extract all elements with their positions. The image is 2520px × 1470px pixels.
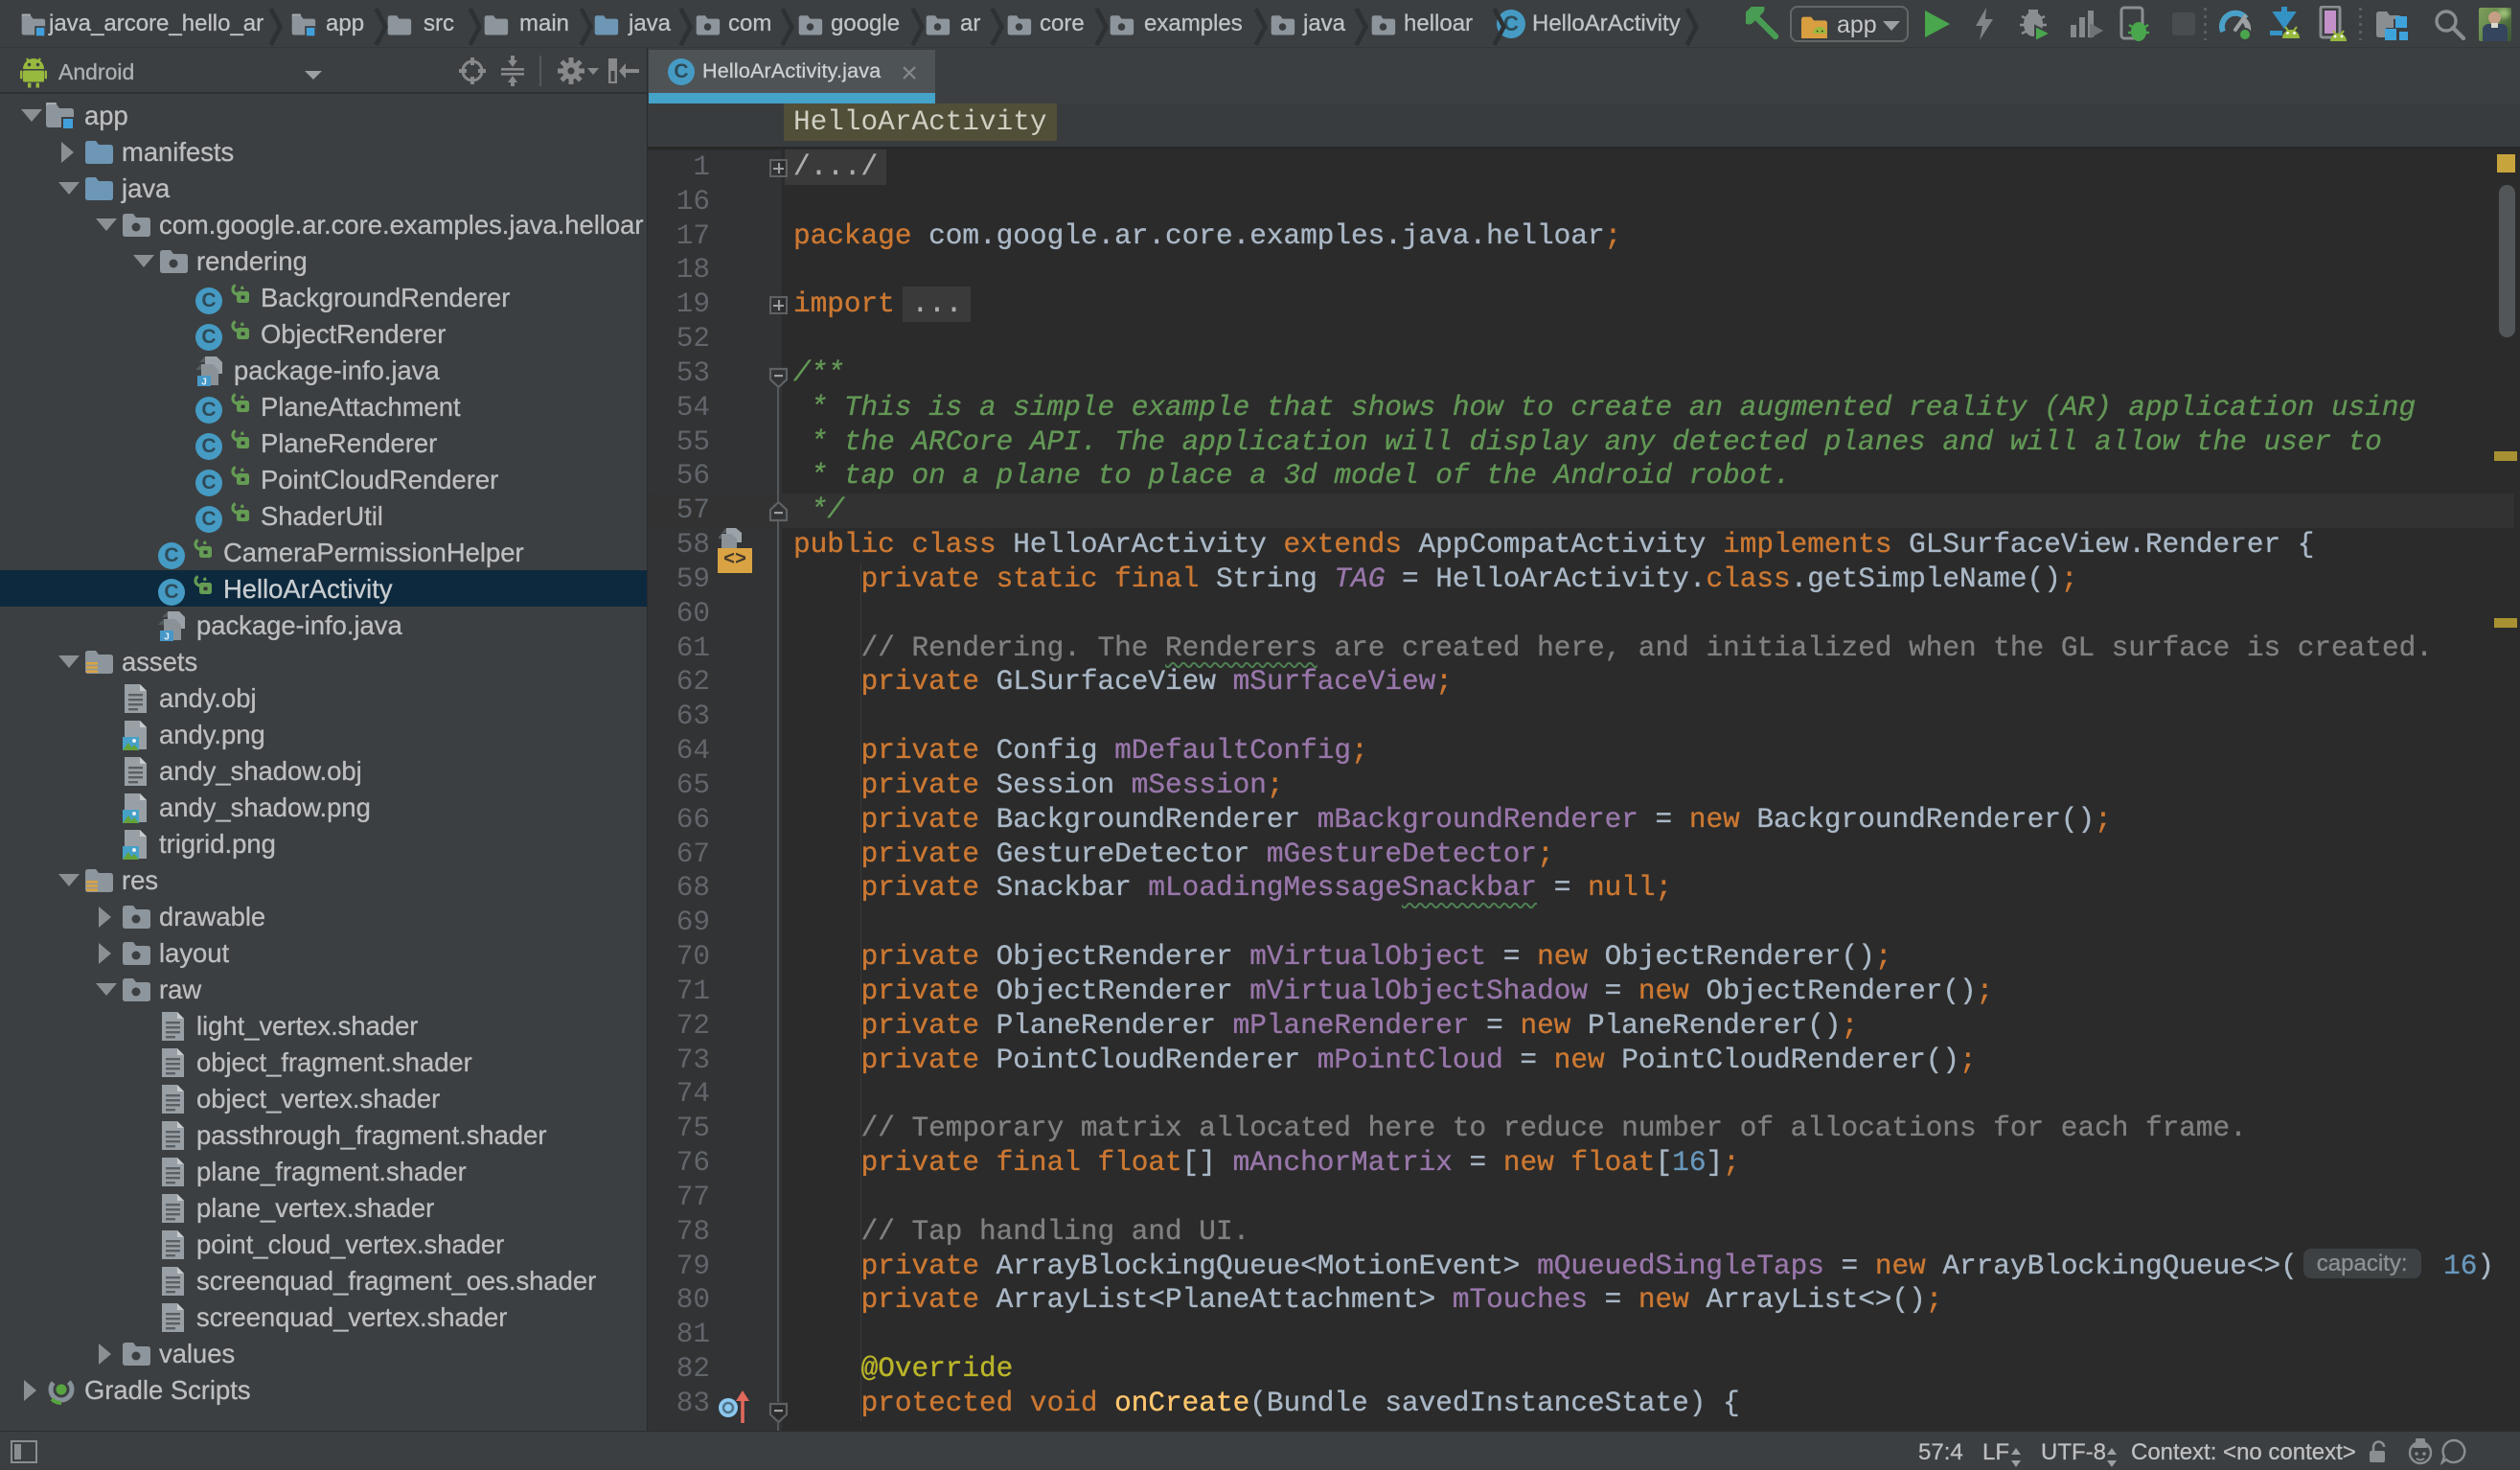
svg-text:J: J — [164, 632, 170, 643]
svg-text:J: J — [201, 378, 207, 388]
